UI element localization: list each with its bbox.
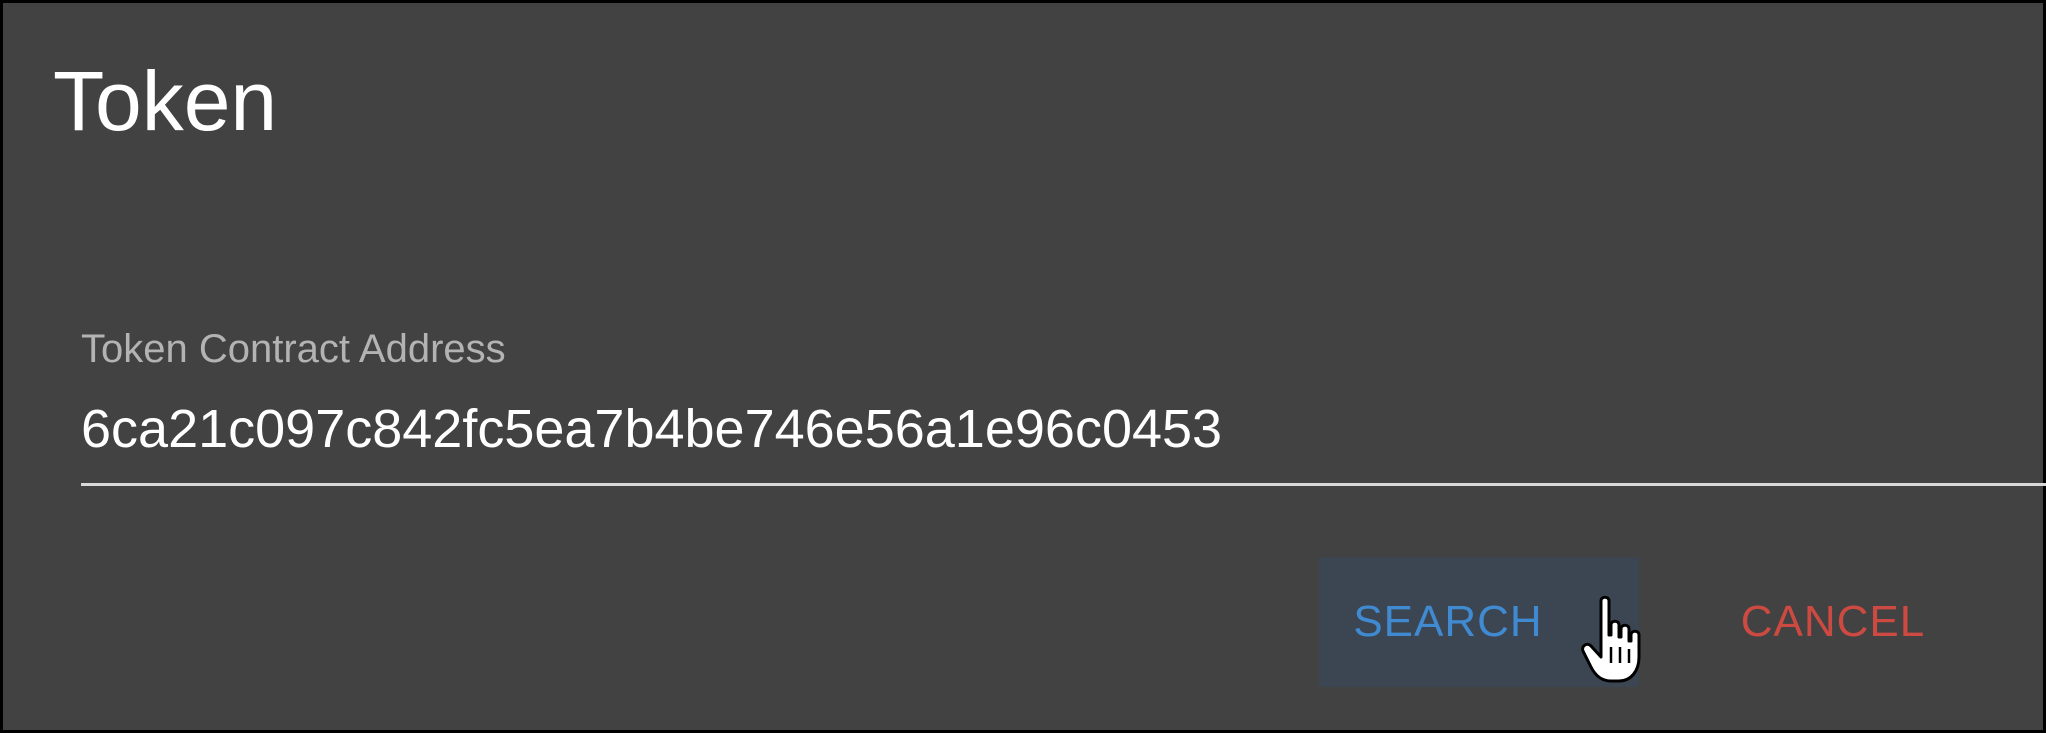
token-contract-address-label: Token Contract Address bbox=[81, 327, 506, 371]
cancel-button-label: CANCEL bbox=[1740, 597, 1926, 646]
token-dialog: Token Token Contract Address SEARCH CANC… bbox=[0, 0, 2046, 733]
search-button[interactable]: SEARCH bbox=[1319, 557, 1639, 687]
search-button-label: SEARCH bbox=[1353, 597, 1543, 646]
token-contract-address-field[interactable]: Token Contract Address bbox=[81, 321, 2046, 491]
cancel-button[interactable]: CANCEL bbox=[1693, 557, 1973, 687]
dialog-title: Token bbox=[53, 54, 278, 148]
token-contract-address-input[interactable] bbox=[81, 393, 2041, 465]
input-underline bbox=[81, 483, 2046, 486]
